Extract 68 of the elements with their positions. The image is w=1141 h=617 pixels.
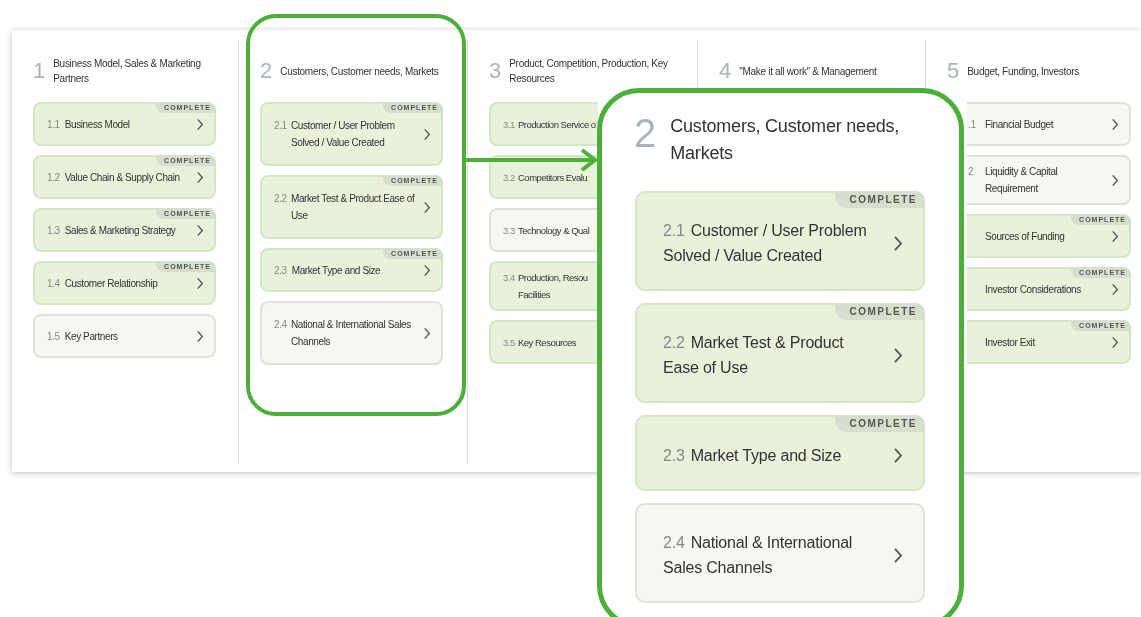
card-label: .1 Financial Budget <box>968 117 1055 132</box>
section-card[interactable]: 2.1 Customer / User Problem Solved / Value Created COMPLETE <box>635 191 925 291</box>
chevron-icon <box>1111 229 1119 243</box>
section-card[interactable]: 3.3 Technology & Qual <box>489 208 598 252</box>
card-label: 2.4 National & International Sales Channels <box>663 533 854 578</box>
section-card[interactable]: 3.5 Key Resources <box>489 320 598 364</box>
column-title: Business Model, Sales & Marketing Partners <box>53 57 202 86</box>
column-number: 4 <box>719 58 732 84</box>
chevron-icon <box>893 446 903 464</box>
card-label: 2.3 Market Type and Size <box>274 263 382 278</box>
complete-tag: COMPLETE <box>835 191 925 208</box>
chevron-icon <box>423 326 431 340</box>
column-number: 2 <box>260 58 273 84</box>
card-label: 3.2 Competitors Evalu <box>503 170 589 185</box>
card-label: 2.2 Market Test & Product Ease of Use <box>663 333 845 378</box>
section-card[interactable]: 2.4 National & International Sales Channels <box>260 301 443 365</box>
column-number: 3 <box>489 58 502 84</box>
column-title: "Make it all work" & Management <box>739 64 877 79</box>
column-number: 1 <box>33 58 46 84</box>
column-number: 2 <box>634 111 657 155</box>
chevron-icon <box>1111 173 1119 187</box>
section-card[interactable]: 1.5 Key Partners <box>33 314 216 358</box>
card-label: 2.4 National & International Sales Channels <box>274 318 412 349</box>
card-label: 2.2 Market Test & Product Ease of Use <box>274 192 416 223</box>
section-card[interactable]: 2.4 National & International Sales Channels <box>635 503 925 603</box>
chevron-icon <box>893 546 903 564</box>
card-label: 3.1 Production Service o <box>503 117 596 132</box>
card-label: 2.1 Customer / User Problem Solved / Value Created <box>663 221 868 266</box>
column-title: Customers, Customer needs, Markets <box>670 115 901 165</box>
chevron-icon <box>423 127 431 141</box>
section-card[interactable]: 2 Liquidity & Capital Requirement <box>967 155 1131 205</box>
card-label: 2.3 Market Type and Size <box>663 445 843 466</box>
card-label: 1.2 Value Chain & Supply Chain <box>47 170 181 185</box>
column-title: Budget, Funding, Investors <box>967 64 1079 79</box>
card-label: 1.5 Key Partners <box>47 329 119 344</box>
card-label: Investor Considerations <box>984 282 1082 297</box>
section-card[interactable]: 2.2 Market Test & Product Ease of Use COMPLETE <box>635 303 925 403</box>
card-label: 3.5 Key Resources <box>503 335 577 350</box>
column-title: Product, Competition, Production, Key Resources <box>509 57 669 86</box>
complete-tag: COMPLETE <box>835 415 925 432</box>
chevron-icon <box>196 117 204 131</box>
card-label: Investor Exit <box>984 335 1036 350</box>
chevron-icon <box>423 263 431 277</box>
chevron-icon <box>893 234 903 252</box>
chevron-icon <box>196 223 204 237</box>
chevron-icon <box>1111 282 1119 296</box>
chevron-icon <box>893 346 903 364</box>
column-title: Customers, Customer needs, Markets <box>280 64 439 79</box>
chevron-icon <box>196 170 204 184</box>
card-label: 3.3 Technology & Qual <box>503 223 591 238</box>
card-label: 1.4 Customer Relationship <box>47 276 159 291</box>
complete-tag: COMPLETE <box>835 303 925 320</box>
chevron-icon <box>1111 117 1119 131</box>
card-label: 1.1 Business Model <box>47 117 131 132</box>
card-label: Sources of Funding <box>984 229 1066 244</box>
column-number: 5 <box>947 58 960 84</box>
card-label: 2 Liquidity & Capital Requirement <box>968 165 1059 196</box>
chevron-icon <box>196 276 204 290</box>
card-label: 3.4 Production, Resou Facilities <box>503 271 589 302</box>
chevron-icon <box>196 329 204 343</box>
chevron-icon <box>423 200 431 214</box>
section-card[interactable]: .1 Financial Budget <box>967 102 1131 146</box>
card-label: 1.3 Sales & Marketing Strategy <box>47 223 177 238</box>
section-card[interactable]: 2.3 Market Type and Size COMPLETE <box>635 415 925 491</box>
card-label: 2.1 Customer / User Problem Solved / Value Created <box>274 119 396 150</box>
section-card[interactable]: 3.1 Production Service o <box>489 102 598 146</box>
section-card[interactable]: 3.4 Production, Resou Facilities <box>489 261 598 311</box>
chevron-icon <box>1111 335 1119 349</box>
